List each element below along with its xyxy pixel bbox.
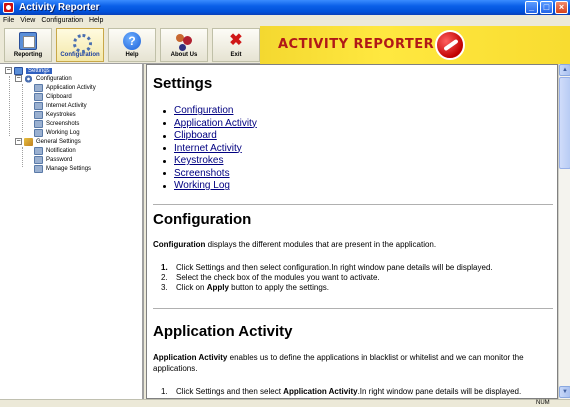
wrench-icon — [24, 137, 33, 146]
exit-button[interactable]: ✖ Exit — [212, 28, 260, 62]
settings-tree: − Settings − Configuration Application A… — [0, 64, 144, 399]
status-bar: NUM — [0, 399, 570, 407]
banner-title: ACTIVITY REPORTER — [278, 37, 435, 52]
menu-help[interactable]: Help — [86, 17, 106, 24]
section-links: Configuration Application Activity Clipb… — [163, 105, 257, 193]
tree-label: Manage Settings — [46, 165, 92, 172]
keyboard-icon — [34, 110, 43, 119]
clipboard-icon — [34, 92, 43, 101]
configuration-steps: 1. Click Settings and then select configu… — [161, 263, 493, 292]
manage-settings-icon — [34, 164, 43, 173]
link-screenshots[interactable]: Screenshots — [174, 168, 230, 181]
tree-item-internet-activity[interactable]: Internet Activity — [34, 101, 87, 110]
minimize-button[interactable]: _ — [525, 1, 538, 14]
link-item: Keystrokes — [163, 155, 257, 168]
tree-node-configuration[interactable]: − Configuration — [15, 74, 72, 83]
tree-item-screenshots[interactable]: Screenshots — [34, 119, 79, 128]
menu-file[interactable]: File — [0, 17, 17, 24]
brand-banner: ACTIVITY REPORTER — [260, 26, 570, 64]
menu-configuration[interactable]: Configuration — [38, 17, 86, 24]
app-logo-icon — [3, 2, 14, 13]
title-bar[interactable]: Activity Reporter _ □ × — [0, 0, 570, 15]
configuration-intro: Configuration displays the different mod… — [153, 240, 437, 249]
link-application-activity[interactable]: Application Activity — [174, 118, 257, 131]
section-heading-configuration: Configuration — [153, 211, 252, 228]
tree-label: Keystrokes — [46, 111, 76, 118]
tree-item-notification[interactable]: Notification — [34, 146, 76, 155]
module-icon — [34, 83, 43, 92]
tree-item-password[interactable]: Password — [34, 155, 72, 164]
menu-view[interactable]: View — [17, 17, 38, 24]
link-item: Application Activity — [163, 118, 257, 131]
link-internet-activity[interactable]: Internet Activity — [174, 143, 242, 156]
content-scrollbar[interactable]: ▲ ▼ — [558, 64, 570, 399]
camera-icon — [34, 119, 43, 128]
configuration-button[interactable]: Configuration — [56, 28, 104, 62]
reporting-icon — [19, 32, 37, 50]
link-keystrokes[interactable]: Keystrokes — [174, 155, 223, 168]
exit-icon: ✖ — [229, 32, 243, 49]
collapse-icon[interactable]: − — [15, 75, 22, 82]
tree-label: Screenshots — [46, 120, 80, 127]
link-item: Working Log — [163, 180, 257, 193]
tree-node-general-settings[interactable]: − General Settings — [15, 137, 81, 146]
num-lock-indicator: NUM — [536, 400, 550, 406]
window-title: Activity Reporter — [19, 2, 100, 13]
tree-label: Password — [46, 156, 73, 163]
reporting-button[interactable]: Reporting — [4, 28, 52, 62]
collapse-icon[interactable]: − — [15, 138, 22, 145]
exit-label: Exit — [230, 52, 242, 58]
tree-item-clipboard[interactable]: Clipboard — [34, 92, 72, 101]
link-clipboard[interactable]: Clipboard — [174, 130, 217, 143]
password-icon — [34, 155, 43, 164]
menu-bar: File View Configuration Help — [0, 15, 570, 26]
tree-label: Application Activity — [46, 84, 96, 91]
gear-icon — [24, 74, 33, 83]
link-working-log[interactable]: Working Log — [174, 180, 230, 193]
link-configuration[interactable]: Configuration — [174, 105, 233, 118]
brand-logo-icon — [435, 30, 465, 60]
link-item: Screenshots — [163, 168, 257, 181]
maximize-button[interactable]: □ — [540, 1, 553, 14]
configuration-icon — [71, 32, 92, 53]
help-label: Help — [125, 52, 139, 58]
link-item: Clipboard — [163, 130, 257, 143]
tree-item-application-activity[interactable]: Application Activity — [34, 83, 96, 92]
tree-label: Working Log — [46, 129, 80, 136]
configuration-label: Configuration — [60, 52, 100, 58]
tree-label: General Settings — [36, 138, 81, 145]
scroll-up-icon[interactable]: ▲ — [559, 64, 570, 76]
tree-label: Clipboard — [46, 93, 72, 100]
tree-label: Internet Activity — [46, 102, 87, 109]
tree-item-keystrokes[interactable]: Keystrokes — [34, 110, 76, 119]
help-button[interactable]: ? Help — [108, 28, 156, 62]
scroll-thumb[interactable] — [559, 77, 570, 169]
tree-label: Notification — [46, 147, 76, 154]
help-content-pane: Settings Configuration Application Activ… — [146, 64, 558, 399]
notification-icon — [34, 146, 43, 155]
divider — [153, 308, 553, 309]
tree-item-manage-settings[interactable]: Manage Settings — [34, 164, 91, 173]
reporting-label: Reporting — [13, 52, 43, 58]
application-activity-intro: Application Activity enables us to defin… — [153, 353, 524, 373]
tree-item-working-log[interactable]: Working Log — [34, 128, 80, 137]
internet-icon — [34, 101, 43, 110]
log-icon — [34, 128, 43, 137]
application-activity-steps: 1. Click Settings and then select Applica… — [161, 387, 522, 396]
help-icon: ? — [123, 32, 141, 50]
tree-label: Configuration — [36, 75, 72, 82]
close-button[interactable]: × — [555, 1, 568, 14]
collapse-icon[interactable]: − — [5, 67, 12, 74]
link-item: Internet Activity — [163, 143, 257, 156]
section-heading-application-activity: Application Activity — [153, 323, 293, 340]
tree-label: Settings — [26, 67, 52, 74]
page-title: Settings — [153, 75, 213, 92]
about-us-button[interactable]: About Us — [160, 28, 208, 62]
about-us-icon — [175, 32, 193, 50]
divider — [153, 204, 553, 205]
about-us-label: About Us — [170, 52, 198, 58]
app-window: Activity Reporter _ □ × File View Config… — [0, 0, 570, 407]
link-item: Configuration — [163, 105, 257, 118]
scroll-down-icon[interactable]: ▼ — [559, 386, 570, 398]
